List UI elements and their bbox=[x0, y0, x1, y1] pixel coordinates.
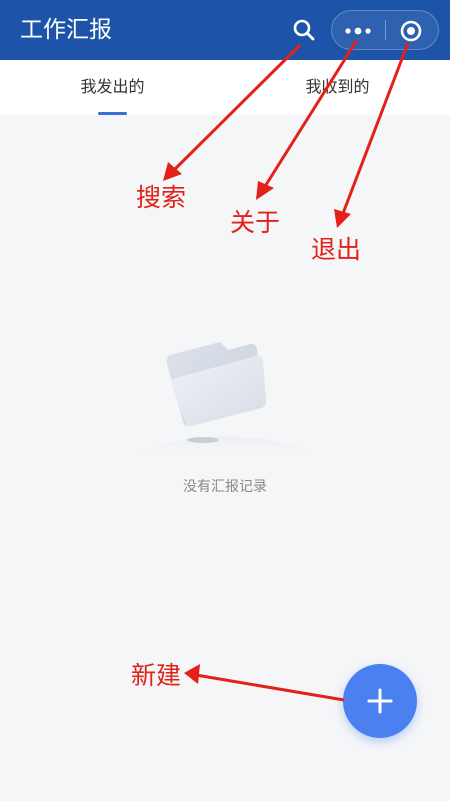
tab-received[interactable]: 我收到的 bbox=[225, 60, 450, 115]
annotation-new: 新建 bbox=[131, 661, 182, 690]
tab-bar: 我发出的 我收到的 bbox=[0, 60, 450, 115]
exit-button[interactable] bbox=[386, 11, 438, 49]
tab-sent[interactable]: 我发出的 bbox=[0, 60, 225, 115]
plus-icon bbox=[367, 688, 393, 714]
header-bar: 工作汇报 bbox=[0, 0, 450, 60]
target-circle-icon bbox=[400, 20, 422, 42]
active-tab-indicator bbox=[98, 112, 127, 115]
empty-folder-icon bbox=[110, 320, 340, 470]
add-report-button[interactable] bbox=[343, 664, 417, 738]
search-icon bbox=[293, 19, 315, 41]
annotation-exit: 退出 bbox=[311, 235, 362, 264]
annotation-search: 搜索 bbox=[136, 183, 187, 212]
capsule-menu bbox=[331, 10, 439, 50]
empty-message: 没有汇报记录 bbox=[183, 479, 267, 495]
more-dots-icon bbox=[345, 27, 371, 35]
annotation-about: 关于 bbox=[230, 208, 281, 237]
page-title: 工作汇报 bbox=[20, 17, 112, 43]
search-button[interactable] bbox=[290, 16, 318, 44]
more-button[interactable] bbox=[332, 11, 385, 49]
